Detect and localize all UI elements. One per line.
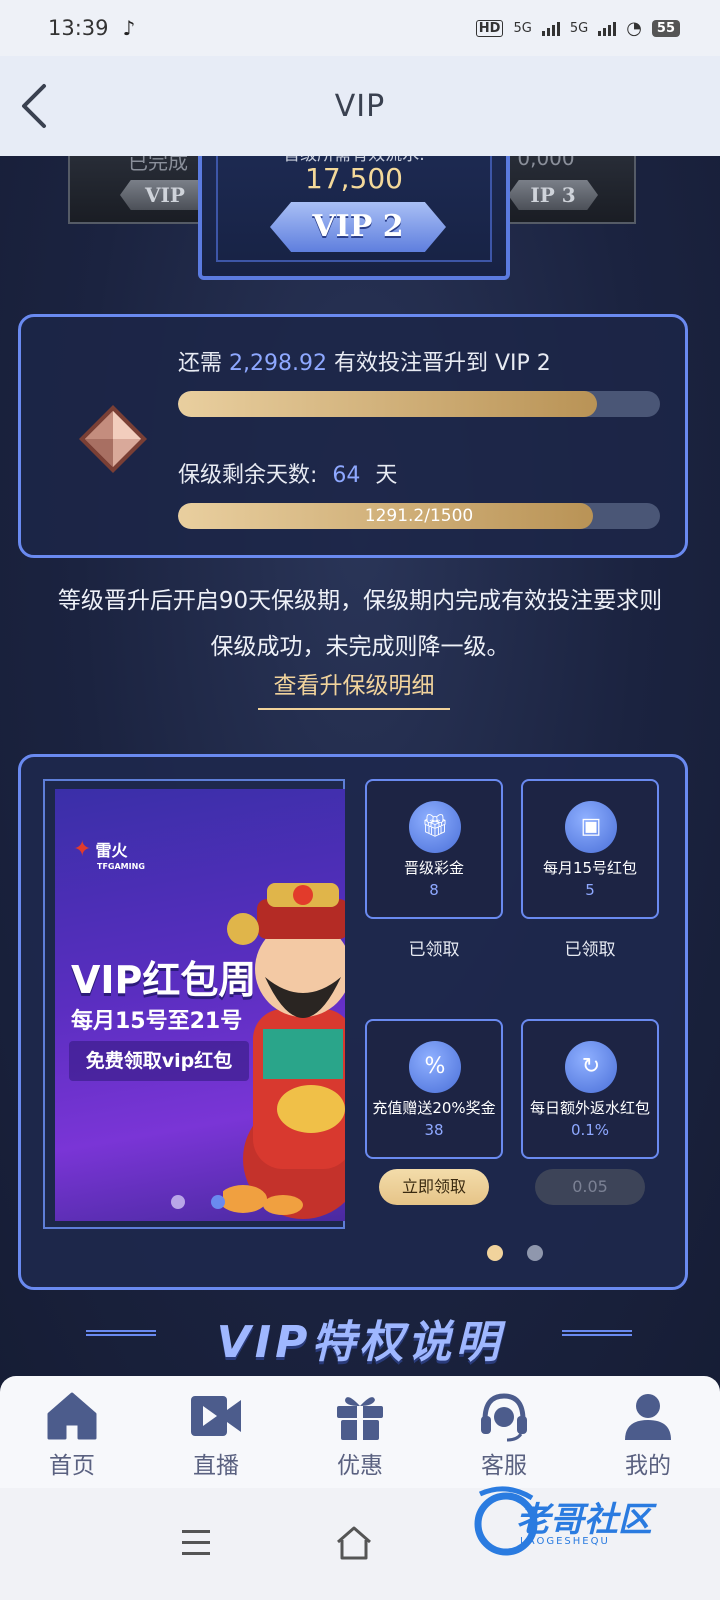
vip-badge-current: VIP 2 bbox=[270, 202, 446, 252]
network-label-2: 5G bbox=[569, 20, 589, 36]
progress-card: 还需 2,298.92 有效投注晋升到 VIP 2 保级剩余天数: 64 天 1… bbox=[18, 314, 688, 558]
upgrade-suffix: 有效投注晋升到 VIP 2 bbox=[333, 351, 551, 376]
keep-level-progress-bar: 1291.2/1500 bbox=[178, 503, 660, 529]
brand-logo: ✦ 雷火 TFGAMING bbox=[73, 837, 145, 871]
keep-level-text: 保级剩余天数: 64 天 bbox=[178, 457, 397, 489]
coupon-icon: % bbox=[409, 1041, 461, 1093]
banner-dot[interactable] bbox=[171, 1195, 185, 1209]
title-decoration bbox=[562, 1330, 632, 1336]
battery-icon: 55 bbox=[651, 19, 680, 37]
reward-value: 8 bbox=[429, 881, 439, 899]
vip-badge-previous: VIP bbox=[120, 180, 210, 210]
promo-banner[interactable]: ✦ 雷火 TFGAMING VIP红包周 每月15号至21号 免费领取vip红包 bbox=[55, 789, 345, 1221]
promo-banner-frame: ✦ 雷火 TFGAMING VIP红包周 每月15号至21号 免费领取vip红包 bbox=[43, 779, 345, 1229]
reward-value: 0.1% bbox=[570, 1121, 610, 1139]
upgrade-progress-bar bbox=[178, 391, 660, 417]
banner-subtitle: 每月15号至21号 bbox=[71, 1009, 243, 1034]
nav-item-home[interactable]: 首页 bbox=[0, 1376, 144, 1488]
tiktok-icon: ♪ bbox=[122, 16, 136, 40]
nav-label: 直播 bbox=[193, 1453, 239, 1479]
nav-item-promotions[interactable]: 优惠 bbox=[288, 1376, 432, 1488]
description-line: 等级晋升后开启90天保级期，保级期内完成有效投注要求则 bbox=[57, 588, 663, 614]
keep-level-unit: 天 bbox=[375, 463, 398, 488]
reward-status: 已领取 bbox=[408, 940, 460, 960]
video-icon bbox=[191, 1396, 241, 1436]
vip-badge-next: IP 3 bbox=[508, 180, 598, 210]
rewards-panel: ✦雷火 TFGAMING VIP红包周 每月15号至21号 免费领取vip红包 bbox=[18, 754, 688, 1290]
status-time: 13:39 bbox=[48, 16, 109, 40]
home-icon bbox=[47, 1392, 97, 1440]
brand-sub: TFGAMING bbox=[97, 862, 145, 871]
description-line: 保级成功，未完成则降一级。 bbox=[210, 634, 510, 660]
nav-item-profile[interactable]: 我的 bbox=[576, 1376, 720, 1488]
fortune-god-illustration bbox=[223, 883, 345, 1219]
upgrade-prefix: 还需 bbox=[178, 351, 223, 376]
reward-card-daily-rebate[interactable]: ↻ 每日额外返水红包 0.1% bbox=[521, 1019, 659, 1159]
main-content: 已完成 VIP 0,000 IP 3 晋级所需有效流水: 17,500 VIP … bbox=[0, 156, 720, 1400]
signal-icon bbox=[541, 20, 560, 36]
bottom-nav: 首页 直播 优惠 客服 我的 bbox=[0, 1376, 720, 1488]
headset-icon bbox=[481, 1393, 527, 1442]
signal-icon bbox=[598, 20, 617, 36]
reward-name: 充值赠送20%奖金 bbox=[372, 1099, 496, 1117]
gift-icon bbox=[337, 1397, 383, 1440]
keep-level-days: 64 bbox=[332, 463, 361, 488]
banner-cta: 免费领取vip红包 bbox=[69, 1041, 249, 1081]
logo-mark-icon: ✦ bbox=[73, 837, 92, 862]
reward-value: 5 bbox=[585, 881, 595, 899]
status-bar: 13:39 ♪ HD 5G 5G ◔ 55 bbox=[0, 0, 720, 56]
reward-name: 晋级彩金 bbox=[403, 859, 464, 877]
page-title: VIP bbox=[334, 88, 386, 124]
network-label-1: 5G bbox=[513, 20, 532, 36]
vip-card-current[interactable]: 晋级所需有效流水: 17,500 VIP 2 bbox=[198, 156, 510, 280]
page-header: VIP bbox=[0, 56, 720, 156]
claim-button-disabled[interactable]: 0.05 bbox=[535, 1169, 645, 1205]
keep-level-label: 保级剩余天数: bbox=[178, 463, 318, 488]
reward-status: 已领取 bbox=[564, 940, 616, 960]
watermark-subtext: LAOGESHEQU bbox=[520, 1536, 610, 1547]
level-detail-link[interactable]: 查看升保级明细 bbox=[258, 666, 450, 710]
nav-item-support[interactable]: 客服 bbox=[432, 1376, 576, 1488]
menu-icon[interactable] bbox=[180, 1522, 212, 1566]
vip-requirement-value: 17,500 bbox=[305, 162, 403, 195]
wifi-icon: ◔ bbox=[626, 17, 642, 39]
keep-level-progress-text: 1291.2/1500 bbox=[364, 506, 474, 526]
reward-card-monthly-red-packet[interactable]: ▣ 每月15号红包 5 bbox=[521, 779, 659, 919]
rebate-icon: ↻ bbox=[565, 1041, 617, 1093]
watermark-text: 老哥社区 bbox=[516, 1500, 652, 1540]
home-system-icon[interactable] bbox=[334, 1522, 374, 1566]
upgrade-progress-fill bbox=[178, 391, 598, 417]
reward-value: 38 bbox=[424, 1121, 444, 1139]
nav-label: 首页 bbox=[49, 1453, 95, 1479]
nav-label: 优惠 bbox=[337, 1453, 383, 1479]
back-button[interactable] bbox=[18, 80, 58, 132]
diamond-icon bbox=[79, 405, 147, 473]
reward-name: 每日额外返水红包 bbox=[529, 1099, 650, 1117]
reward-card-deposit-bonus[interactable]: % 充值赠送20%奖金 38 bbox=[365, 1019, 503, 1159]
status-icons: HD 5G 5G ◔ 55 bbox=[475, 17, 680, 39]
reward-name: 每月15号红包 bbox=[542, 859, 638, 877]
page-dot-active[interactable] bbox=[487, 1245, 503, 1261]
watermark-logo: 老哥社区 LAOGESHEQU bbox=[470, 1474, 700, 1574]
brand-name: 雷火 bbox=[95, 841, 128, 860]
user-icon bbox=[625, 1394, 671, 1440]
section-title: VIP特权说明 bbox=[216, 1317, 504, 1368]
level-description: 等级晋升后开启90天保级期，保级期内完成有效投注要求则 保级成功，未完成则降一级… bbox=[0, 578, 720, 670]
gift-icon: 🎁︎ bbox=[409, 801, 461, 853]
upgrade-requirement-text: 还需 2,298.92 有效投注晋升到 VIP 2 bbox=[178, 345, 551, 377]
upgrade-amount: 2,298.92 bbox=[229, 351, 327, 376]
red-packet-icon: ▣ bbox=[565, 801, 617, 853]
banner-dot-active[interactable] bbox=[211, 1195, 225, 1209]
hd-icon: HD bbox=[475, 19, 504, 37]
nav-item-live[interactable]: 直播 bbox=[144, 1376, 288, 1488]
page-dot[interactable] bbox=[527, 1245, 543, 1261]
claim-button[interactable]: 立即领取 bbox=[379, 1169, 489, 1205]
reward-card-upgrade-bonus[interactable]: 🎁︎ 晋级彩金 8 bbox=[365, 779, 503, 919]
chevron-left-icon bbox=[22, 84, 46, 128]
